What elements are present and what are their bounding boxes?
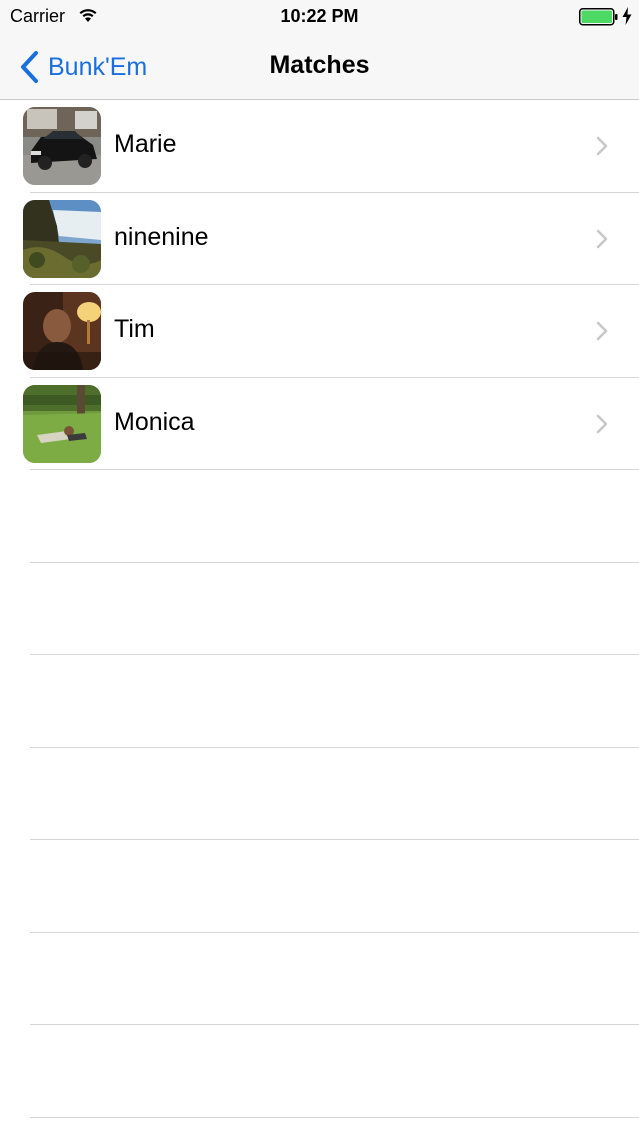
match-name: ninenine bbox=[114, 222, 209, 251]
empty-row bbox=[0, 655, 639, 748]
match-name: Monica bbox=[114, 407, 195, 436]
person-indoor-photo-icon bbox=[23, 292, 101, 370]
status-time: 10:22 PM bbox=[280, 6, 359, 26]
match-photo bbox=[23, 384, 101, 463]
empty-row bbox=[0, 470, 639, 563]
car-photo-icon bbox=[23, 107, 101, 185]
navigation-bar: Bunk'Em Matches bbox=[0, 34, 639, 100]
chevron-right-icon bbox=[596, 229, 608, 248]
match-row[interactable]: Marie bbox=[0, 100, 639, 193]
match-photo bbox=[23, 199, 101, 278]
empty-row bbox=[0, 563, 639, 655]
chevron-right-icon bbox=[596, 414, 608, 433]
chevron-right-icon bbox=[596, 321, 608, 341]
status-bar: Carrier 10:22 PM bbox=[0, 0, 639, 34]
row-separator bbox=[30, 1116, 639, 1118]
chevron-right-icon bbox=[596, 136, 608, 156]
battery-icon bbox=[579, 8, 618, 26]
match-name: Marie bbox=[114, 130, 177, 158]
person-lawn-photo-icon bbox=[23, 384, 101, 463]
match-row[interactable]: Monica bbox=[0, 378, 639, 470]
empty-row bbox=[0, 748, 639, 840]
empty-row bbox=[0, 840, 639, 933]
waterfall-photo-icon bbox=[23, 199, 101, 278]
match-row[interactable]: ninenine bbox=[0, 193, 639, 285]
match-row[interactable]: Tim bbox=[0, 285, 639, 378]
page-title: Matches bbox=[269, 51, 370, 79]
match-photo bbox=[23, 292, 101, 370]
matches-table: Marie ninenine Tim Monica bbox=[0, 100, 639, 1136]
match-name: Tim bbox=[114, 315, 155, 343]
empty-row bbox=[0, 933, 639, 1025]
charging-bolt-icon bbox=[622, 7, 632, 25]
match-photo bbox=[23, 107, 101, 185]
empty-row bbox=[0, 1025, 639, 1118]
